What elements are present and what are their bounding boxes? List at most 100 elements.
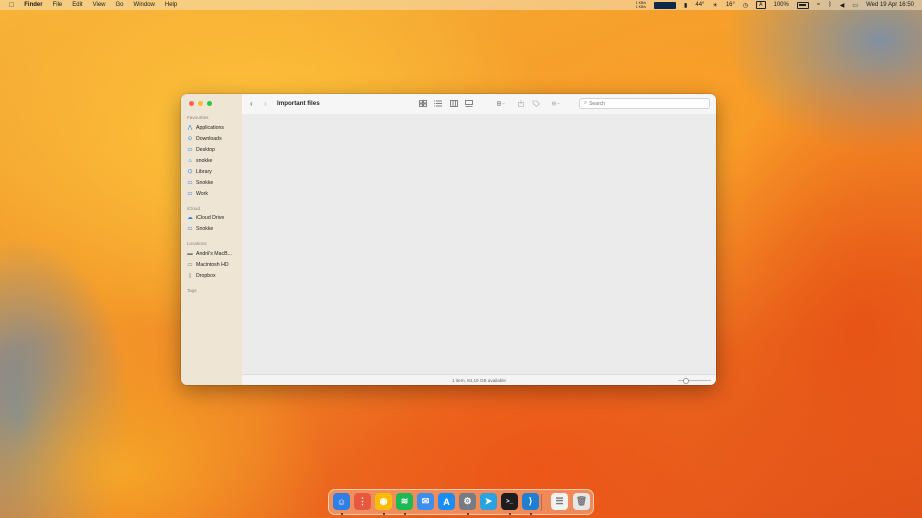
sidebar-item-snokke-home[interactable]: ⌂ snokke bbox=[187, 156, 239, 165]
menu-clock[interactable]: Wed 19 Apr 16:50 bbox=[866, 2, 914, 8]
control-center-icon[interactable]: ▭ bbox=[852, 2, 858, 9]
dropbox-icon: ▯ bbox=[188, 272, 192, 279]
file-list-area[interactable] bbox=[242, 114, 716, 374]
fullscreen-button[interactable] bbox=[207, 101, 212, 106]
more-actions-icon[interactable] bbox=[549, 100, 563, 107]
gallery-view-icon[interactable] bbox=[465, 100, 473, 107]
close-button[interactable] bbox=[189, 101, 194, 106]
finder-window: Favourites ⋀ Applications ⊙ Downloads ▭ … bbox=[181, 94, 716, 385]
sidebar-item-label: Snokke bbox=[196, 225, 214, 232]
menu-edit[interactable]: Edit bbox=[72, 2, 82, 8]
sidebar-item-macbook[interactable]: ▬ Andrii's MacB... bbox=[187, 249, 239, 258]
minimize-button[interactable] bbox=[198, 101, 203, 106]
forward-button[interactable]: › bbox=[264, 99, 267, 108]
sidebar-item-label: Andrii's MacB... bbox=[196, 250, 232, 257]
share-icon[interactable] bbox=[517, 100, 525, 107]
menu-bar:  Finder File Edit View Go Window Help 1… bbox=[0, 0, 922, 10]
battery-icon[interactable] bbox=[796, 1, 809, 9]
sidebar-item-label: Work bbox=[196, 190, 209, 197]
sidebar-item-label: Snokke bbox=[196, 179, 214, 186]
document-app[interactable]: ☰ bbox=[551, 493, 568, 510]
folder-icon: ▭ bbox=[187, 190, 193, 197]
sidebar-item-applications[interactable]: ⋀ Applications bbox=[187, 123, 239, 132]
vscode-app[interactable]: ⟩ bbox=[522, 493, 539, 510]
phone-icon[interactable]: ▮ bbox=[684, 2, 687, 9]
menu-go[interactable]: Go bbox=[116, 2, 124, 8]
volume-icon[interactable]: ◀ bbox=[840, 2, 845, 9]
window-controls bbox=[189, 101, 212, 106]
bluetooth-icon[interactable]: ᛒ bbox=[828, 2, 832, 8]
sidebar-item-desktop[interactable]: ▭ Desktop bbox=[187, 145, 239, 154]
disk-icon: ▭ bbox=[187, 261, 193, 268]
sidebar-item-snokke-folder[interactable]: ▭ Snokke bbox=[187, 178, 239, 187]
toolbar: ‹ › Important files ⌕ bbox=[242, 94, 716, 115]
sidebar-item-icloud-snokke[interactable]: ▭ Snokke bbox=[187, 224, 239, 233]
sidebar-section-tags: Tags bbox=[187, 288, 197, 293]
status-text: 1 item, 84,19 GB available bbox=[452, 377, 506, 383]
sidebar-item-downloads[interactable]: ⊙ Downloads bbox=[187, 134, 239, 143]
back-button[interactable]: ‹ bbox=[250, 99, 253, 108]
mail-app[interactable]: ✉ bbox=[417, 493, 434, 510]
home-icon: ⌂ bbox=[188, 157, 192, 164]
sidebar-item-label: Macintosh HD bbox=[196, 261, 229, 268]
sidebar-item-library[interactable]: ⌬ Library bbox=[187, 167, 239, 176]
running-indicator bbox=[529, 512, 532, 515]
icon-view-icon[interactable] bbox=[419, 100, 427, 107]
wifi-icon[interactable]: ≈ bbox=[817, 2, 820, 8]
list-view-icon[interactable] bbox=[434, 100, 442, 107]
laptop-icon: ▬ bbox=[187, 250, 193, 257]
menu-file[interactable]: File bbox=[53, 2, 63, 8]
sidebar-section-favourites: Favourites bbox=[187, 115, 209, 120]
sidebar-item-label: Desktop bbox=[196, 146, 216, 153]
dock: ☺ ⋮ ◉ ≋ ✉ A ⚙ ➤ >_ ⟩ ☰ 🗑 bbox=[328, 489, 594, 515]
apple-menu-icon[interactable]:  bbox=[9, 2, 14, 9]
menu-help[interactable]: Help bbox=[165, 2, 177, 8]
terminal-app[interactable]: >_ bbox=[501, 493, 518, 510]
brightness-icon[interactable]: ☀ bbox=[712, 2, 717, 9]
menu-view[interactable]: View bbox=[93, 2, 106, 8]
trash-app[interactable]: 🗑 bbox=[573, 493, 590, 510]
running-indicator bbox=[382, 512, 385, 515]
sidebar-section-locations: Locations bbox=[187, 241, 207, 246]
app-store-app[interactable]: A bbox=[438, 493, 455, 510]
sidebar-item-label: snokke bbox=[196, 157, 213, 164]
chrome-app[interactable]: ◉ bbox=[375, 493, 392, 510]
search-field[interactable]: ⌕ bbox=[579, 98, 710, 109]
running-indicator bbox=[340, 512, 343, 515]
sidebar-section-icloud: iCloud bbox=[187, 206, 201, 211]
temp-readout-2[interactable]: 16° bbox=[726, 2, 735, 8]
applications-icon: ⋀ bbox=[187, 124, 193, 131]
battery-percent[interactable]: 100% bbox=[774, 2, 789, 8]
column-view-icon[interactable] bbox=[450, 100, 458, 107]
icon-size-slider-knob[interactable] bbox=[683, 377, 690, 384]
tag-icon[interactable] bbox=[532, 100, 540, 107]
temp-readout-1[interactable]: 44° bbox=[695, 2, 704, 8]
network-speed[interactable]: 1 KB/s 1 KB/s bbox=[636, 1, 646, 9]
menu-window[interactable]: Window bbox=[134, 2, 155, 8]
search-input[interactable] bbox=[589, 100, 690, 107]
window-title: Important files bbox=[277, 100, 320, 107]
sidebar-item-icloud-drive[interactable]: ☁ iCloud Drive bbox=[187, 213, 239, 222]
sidebar-item-dropbox[interactable]: ▯ Dropbox bbox=[187, 271, 239, 280]
menu-app-name[interactable]: Finder bbox=[24, 2, 42, 8]
status-bar: 1 item, 84,19 GB available bbox=[242, 374, 716, 385]
folder-icon: ▭ bbox=[187, 225, 193, 232]
sidebar-item-label: iCloud Drive bbox=[196, 214, 225, 221]
system-settings-app[interactable]: ⚙ bbox=[459, 493, 476, 510]
running-indicator bbox=[508, 512, 511, 515]
sidebar-item-work[interactable]: ▭ Work bbox=[187, 189, 239, 198]
folder-icon: ▭ bbox=[187, 179, 193, 186]
icloud-icon: ☁ bbox=[187, 214, 193, 221]
telegram-app[interactable]: ➤ bbox=[480, 493, 497, 510]
search-icon: ⌕ bbox=[584, 100, 588, 106]
finder-app[interactable]: ☺ bbox=[333, 493, 350, 510]
group-by-icon[interactable] bbox=[494, 100, 508, 107]
input-source[interactable]: A bbox=[756, 1, 766, 9]
sidebar-item-label: Library bbox=[196, 168, 212, 175]
desktop-icon: ▭ bbox=[187, 146, 193, 153]
sidebar-item-macintosh-hd[interactable]: ▭ Macintosh HD bbox=[187, 260, 239, 269]
launchpad-app[interactable]: ⋮ bbox=[354, 493, 371, 510]
clock-icon[interactable]: ◷ bbox=[743, 2, 748, 9]
spotify-app[interactable]: ≋ bbox=[396, 493, 413, 510]
cpu-graph-icon[interactable] bbox=[654, 1, 677, 9]
